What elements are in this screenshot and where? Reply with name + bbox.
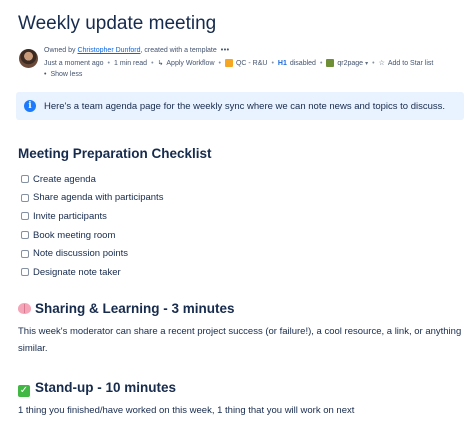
checkbox[interactable] bbox=[21, 175, 29, 184]
page-title: Weekly update meeting bbox=[18, 13, 217, 34]
checklist-item: Invite participants bbox=[21, 207, 163, 226]
apply-workflow-button[interactable]: ↳ Apply Workflow bbox=[157, 59, 215, 68]
sharing-heading: Sharing & Learning - 3 minutes bbox=[18, 301, 235, 316]
qc-status-button[interactable]: QC - R&U bbox=[224, 59, 268, 67]
checklist-item-label: Share agenda with participants bbox=[33, 192, 164, 204]
check-mark-emoji-icon: ✓ bbox=[18, 385, 30, 397]
standup-heading-text: Stand-up - 10 minutes bbox=[35, 380, 177, 395]
apply-workflow-label: Apply Workflow bbox=[166, 59, 215, 67]
workflow-arrow-icon: ↳ bbox=[157, 60, 164, 67]
add-to-star-list-button[interactable]: ☆ Add to Star list bbox=[378, 59, 434, 68]
checklist-item-label: Book meeting room bbox=[33, 229, 116, 241]
separator-dot: • bbox=[107, 59, 110, 67]
checklist-item: Book meeting room bbox=[21, 226, 163, 245]
checkbox[interactable] bbox=[21, 193, 29, 202]
chevron-down-icon: ▾ bbox=[365, 60, 369, 67]
owner-link[interactable]: Christopher Dunford bbox=[77, 47, 140, 54]
sharing-description-line1: This week's moderator can share a recent… bbox=[18, 326, 462, 337]
checklist-heading: Meeting Preparation Checklist bbox=[18, 146, 212, 161]
separator-dot: • bbox=[218, 59, 221, 67]
add-to-star-list-label: Add to Star list bbox=[387, 59, 434, 67]
checklist-item: Share agenda with participants bbox=[21, 189, 163, 208]
info-icon: i bbox=[24, 100, 36, 112]
qr-code-icon bbox=[326, 59, 335, 67]
separator-dot: • bbox=[151, 59, 154, 67]
byline-ownership: Owned by Christopher Dunford, created wi… bbox=[44, 47, 230, 54]
info-panel-text: Here's a team agenda page for the weekly… bbox=[44, 100, 446, 112]
brain-emoji-icon bbox=[18, 303, 31, 314]
star-icon: ☆ bbox=[378, 60, 385, 67]
byline-actions: Just a moment ago • 1 min read • ↳ Apply… bbox=[44, 59, 433, 67]
show-less-label: Show less bbox=[50, 71, 83, 78]
checkbox[interactable] bbox=[21, 268, 29, 277]
checkbox[interactable] bbox=[21, 249, 29, 258]
h1-status: disabled bbox=[289, 59, 316, 67]
standup-heading: ✓ Stand-up - 10 minutes bbox=[18, 380, 176, 397]
checklist-item-label: Create agenda bbox=[33, 173, 96, 185]
created-with-template: , created with a template bbox=[140, 47, 217, 54]
checklist-item: Note discussion points bbox=[21, 244, 163, 263]
separator-dot: • bbox=[372, 59, 375, 67]
checklist-item-label: Invite participants bbox=[33, 210, 107, 222]
sharing-heading-text: Sharing & Learning - 3 minutes bbox=[35, 301, 235, 316]
checklist-item: Create agenda bbox=[21, 170, 163, 189]
separator-dot: • bbox=[319, 59, 323, 67]
sharing-description-line2: similar. bbox=[18, 343, 48, 354]
sharing-description: This week's moderator can share a recent… bbox=[18, 323, 461, 357]
last-edited: Just a moment ago bbox=[44, 59, 104, 67]
qr2page-label: qr2page bbox=[337, 59, 364, 67]
separator-dot: • bbox=[271, 59, 274, 67]
h1-icon: H1 bbox=[277, 59, 287, 67]
meeting-checklist: Create agenda Share agenda with particip… bbox=[21, 170, 163, 282]
checklist-item-label: Designate note taker bbox=[33, 266, 121, 278]
checklist-item-label: Note discussion points bbox=[33, 248, 129, 260]
info-panel: i Here's a team agenda page for the week… bbox=[16, 92, 464, 120]
checklist-item: Designate note taker bbox=[21, 263, 163, 282]
qr2page-button[interactable]: qr2page ▾ bbox=[326, 59, 368, 67]
read-time: 1 min read bbox=[113, 59, 148, 67]
checkbox[interactable] bbox=[21, 212, 29, 221]
qc-app-icon bbox=[224, 59, 233, 67]
show-less-toggle[interactable]: • Show less bbox=[44, 71, 82, 78]
owned-by-label: Owned by bbox=[44, 47, 78, 54]
checkbox[interactable] bbox=[21, 231, 29, 240]
more-options-icon[interactable]: ••• bbox=[221, 47, 230, 54]
qc-label: QC - R&U bbox=[235, 59, 268, 67]
avatar[interactable] bbox=[19, 49, 38, 68]
standup-description: 1 thing you finished/have worked on this… bbox=[18, 405, 355, 416]
h1-toggle[interactable]: H1 disabled bbox=[278, 60, 316, 67]
bullet-dot: • bbox=[44, 71, 47, 78]
